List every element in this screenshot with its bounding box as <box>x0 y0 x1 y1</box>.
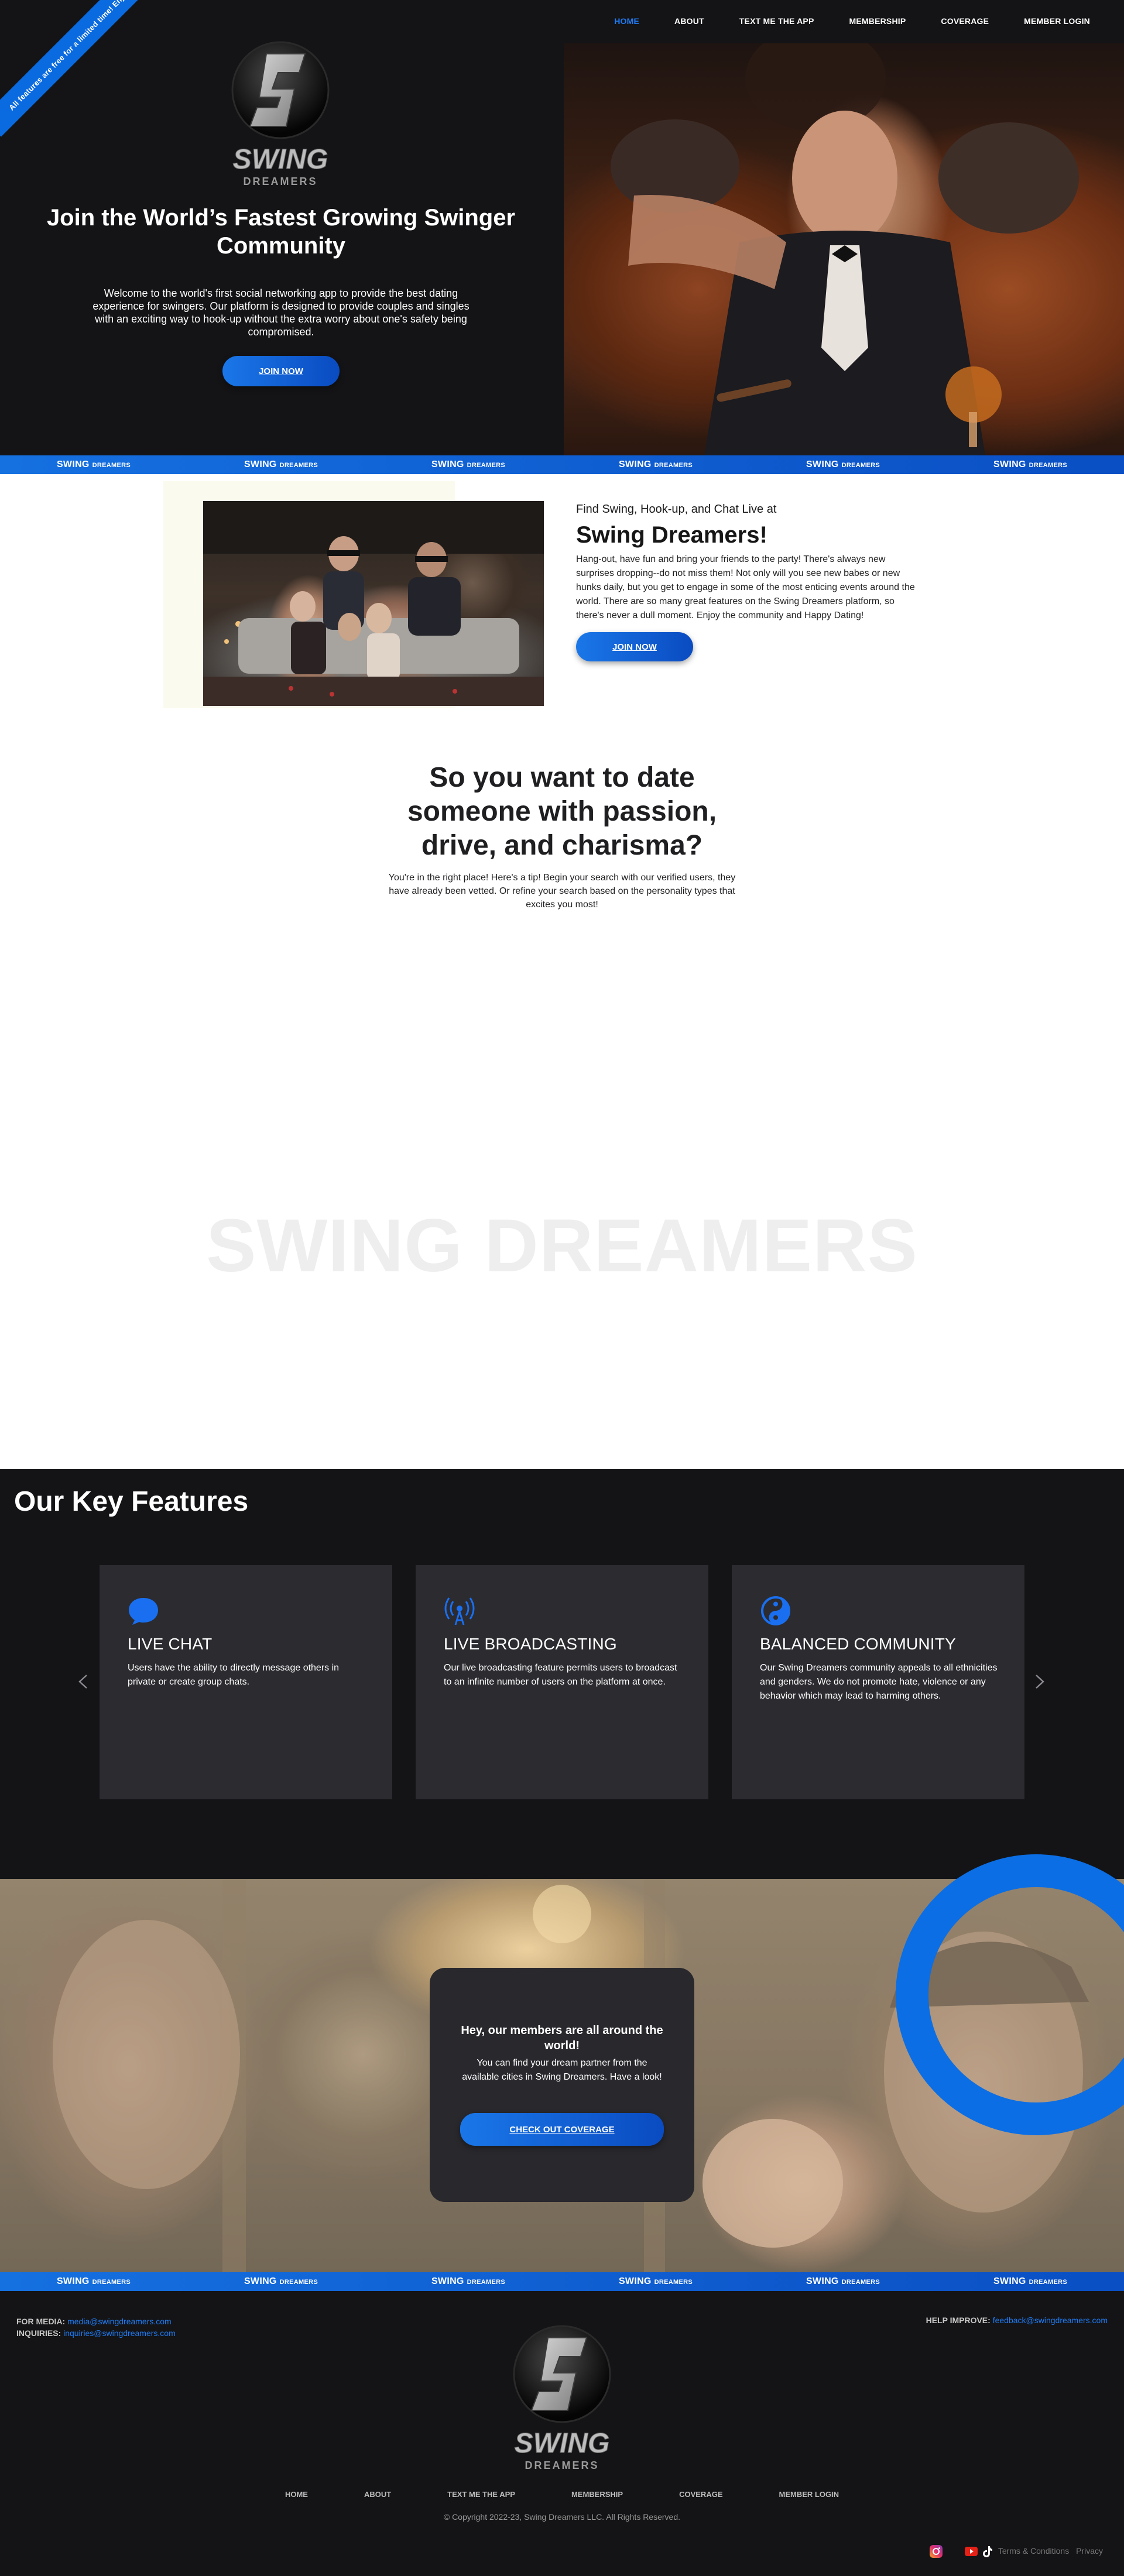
about-title: Swing Dreamers! <box>576 522 767 548</box>
nav-about[interactable]: ABOUT <box>657 16 722 26</box>
brand-strip-bottom: SWING DREAMERS SWING DREAMERS SWING DREAMER… <box>0 2272 1124 2291</box>
terms-link[interactable]: Terms & Conditions <box>998 2546 1069 2556</box>
coverage-description: You can find your dream partner from the… <box>462 2058 662 2082</box>
feature-description: Our Swing Dreamers community appeals to … <box>760 1663 998 1701</box>
check-out-coverage-button[interactable]: CHECK OUT COVERAGE <box>460 2113 664 2146</box>
nav-member-login[interactable]: MEMBER LOGIN <box>1006 16 1108 26</box>
feature-card-balanced-community: BALANCED COMMUNITY Our Swing Dreamers co… <box>732 1565 1024 1799</box>
instagram-icon[interactable] <box>930 2545 943 2558</box>
footer-nav-home[interactable]: HOME <box>257 2490 336 2499</box>
hero-image <box>564 43 1124 455</box>
footer-nav: HOME ABOUT TEXT ME THE APP MEMBERSHIP CO… <box>0 2490 1124 2499</box>
help-label: HELP IMPROVE: <box>926 2316 991 2325</box>
brand-strip-top: SWING DREAMERS SWING DREAMERS SWING DREAMER… <box>0 455 1124 474</box>
privacy-link[interactable]: Privacy <box>1076 2546 1103 2556</box>
media-email-link[interactable]: media@swingdreamers.com <box>67 2317 172 2326</box>
feedback-email-link[interactable]: feedback@swingdreamers.com <box>993 2316 1108 2325</box>
nav-membership[interactable]: MEMBERSHIP <box>832 16 924 26</box>
chat-bubble-icon <box>129 1598 158 1625</box>
inquiries-label: INQUIRIES: <box>16 2328 61 2338</box>
footer-logo[interactable]: SWING DREAMERS <box>509 2323 615 2477</box>
brand-logo[interactable]: SWING DREAMERS <box>230 39 331 193</box>
strip-logo: SWING DREAMERS <box>244 459 318 469</box>
footer-nav-member-login[interactable]: MEMBER LOGIN <box>751 2490 868 2499</box>
footer-help: HELP IMPROVE: feedback@swingdreamers.com <box>926 2316 1108 2325</box>
coverage-card <box>430 1968 694 2202</box>
footer-nav-membership[interactable]: MEMBERSHIP <box>543 2490 651 2499</box>
strip-logo: SWING DREAMERS <box>431 2276 506 2286</box>
page: All features are free for a limited time… <box>0 0 1124 2576</box>
carousel-next-icon[interactable] <box>1030 1673 1048 1690</box>
features-title: Our Key Features <box>14 1486 249 1517</box>
strip-logo: SWING DREAMERS <box>806 2276 880 2286</box>
feature-title: LIVE CHAT <box>128 1635 213 1653</box>
about-kicker: Find Swing, Hook-up, and Chat Live at <box>576 503 777 516</box>
feature-card-live-broadcasting: LIVE BROADCASTING Our live broadcasting … <box>416 1565 708 1799</box>
svg-text:DREAMERS: DREAMERS <box>525 2460 599 2471</box>
tiktok-icon[interactable] <box>981 2545 994 2558</box>
feature-description: Users have the ability to directly messa… <box>128 1663 340 1687</box>
youtube-icon[interactable] <box>965 2545 978 2558</box>
strip-logo: SWING DREAMERS <box>56 459 131 469</box>
footer-nav-about[interactable]: ABOUT <box>336 2490 419 2499</box>
svg-text:DREAMERS: DREAMERS <box>243 176 317 187</box>
strip-logo: SWING DREAMERS <box>244 2276 318 2286</box>
nav-text-me-the-app[interactable]: TEXT ME THE APP <box>722 16 832 26</box>
strip-logo: SWING DREAMERS <box>806 459 880 469</box>
feature-title: BALANCED COMMUNITY <box>760 1635 956 1653</box>
feature-title: LIVE BROADCASTING <box>444 1635 617 1653</box>
carousel-prev-icon[interactable] <box>75 1673 92 1690</box>
media-label: FOR MEDIA: <box>16 2317 66 2326</box>
svg-text:SWING: SWING <box>233 144 328 175</box>
nav-home[interactable]: HOME <box>597 16 657 26</box>
party-image <box>203 501 544 706</box>
swing-dreamers-logo-icon: SWING DREAMERS <box>513 2325 611 2471</box>
brand-watermark: SWING DREAMERS <box>206 1204 918 1288</box>
main-nav: HOME ABOUT TEXT ME THE APP MEMBERSHIP CO… <box>597 16 1108 26</box>
feature-description: Our live broadcasting feature permits us… <box>444 1663 677 1687</box>
footer-nav-text-me-the-app[interactable]: TEXT ME THE APP <box>419 2490 543 2499</box>
strip-logo: SWING DREAMERS <box>56 2276 131 2286</box>
yin-yang-icon <box>761 1596 790 1625</box>
broadcast-icon <box>444 1597 475 1625</box>
inquiries-email-link[interactable]: inquiries@swingdreamers.com <box>63 2328 176 2338</box>
coverage-title: Hey, our members are all around the worl… <box>461 2024 663 2052</box>
hero-photo-illustration <box>611 43 1079 455</box>
party-photo-illustration <box>203 501 544 706</box>
hero-description: Welcome to the world's first social netw… <box>92 287 470 338</box>
about-join-now-button[interactable]: JOIN NOW <box>576 632 693 661</box>
promo-ribbon: All features are free for a limited time… <box>0 0 159 137</box>
date-section-title: So you want to date someone with passion… <box>407 762 717 861</box>
about-description: Hang-out, have fun and bring your friend… <box>576 554 915 620</box>
swing-dreamers-logo-icon: SWING DREAMERS <box>231 41 330 187</box>
hero-section: All features are free for a limited time… <box>0 0 1124 455</box>
date-section-description: You're in the right place! Here's a tip!… <box>388 873 736 910</box>
hero-title: Join the World’s Fastest Growing Swinger… <box>46 205 516 259</box>
strip-logo: SWING DREAMERS <box>618 459 693 469</box>
nav-coverage[interactable]: COVERAGE <box>923 16 1006 26</box>
strip-logo: SWING DREAMERS <box>618 2276 693 2286</box>
hero-join-now-button[interactable]: JOIN NOW <box>222 356 340 386</box>
strip-logo: SWING DREAMERS <box>993 2276 1068 2286</box>
footer-nav-coverage[interactable]: COVERAGE <box>651 2490 751 2499</box>
strip-logo: SWING DREAMERS <box>993 459 1068 469</box>
svg-text:SWING: SWING <box>515 2428 610 2459</box>
feature-card-live-chat: LIVE CHAT Users have the ability to dire… <box>100 1565 392 1799</box>
legal-links: Terms & Conditions Privacy <box>993 2546 1103 2556</box>
strip-logo: SWING DREAMERS <box>431 459 506 469</box>
copyright: © Copyright 2022-23, Swing Dreamers LLC.… <box>443 2512 681 2522</box>
footer-contacts: FOR MEDIA: media@swingdreamers.com INQUI… <box>16 2316 176 2339</box>
